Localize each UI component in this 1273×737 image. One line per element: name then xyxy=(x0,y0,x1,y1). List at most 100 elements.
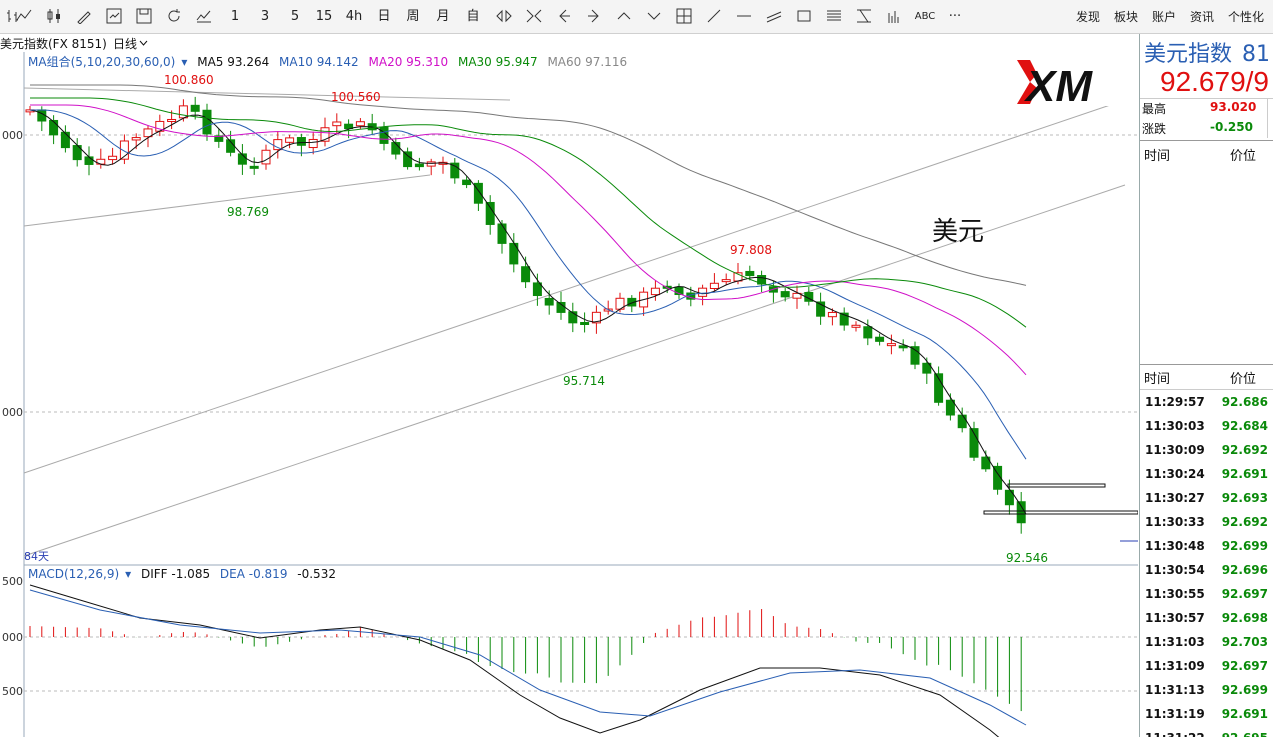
candle-body xyxy=(355,121,365,127)
rect-icon[interactable] xyxy=(796,8,812,26)
tick-price: 92.703 xyxy=(1221,635,1268,649)
period-5min[interactable]: 5 xyxy=(288,8,302,26)
tick-time: 11:30:24 xyxy=(1145,467,1205,481)
tick-time: 11:31:22 xyxy=(1145,731,1205,737)
candle-body xyxy=(414,163,424,168)
candle-body xyxy=(1016,501,1026,524)
period-3min[interactable]: 3 xyxy=(258,8,272,26)
indicator-icon[interactable] xyxy=(106,8,122,26)
period-month[interactable]: 月 xyxy=(435,8,451,26)
candle-body xyxy=(863,326,873,339)
arrow-down-icon[interactable] xyxy=(646,8,662,26)
quote-price: 92.679/9 xyxy=(1160,66,1269,97)
period-15min[interactable]: 15 xyxy=(314,8,334,26)
tick-row: 11:30:55 92.697 xyxy=(1140,582,1273,606)
chevron-down-icon xyxy=(139,40,148,46)
text-tool[interactable]: ABC xyxy=(914,8,936,26)
ma-legend: MA组合(5,10,20,30,60,0) ▾ MA5 93.264 MA10 9… xyxy=(28,53,633,70)
ma30-line xyxy=(30,97,1027,328)
menu-sector[interactable]: 板块 xyxy=(1114,8,1138,26)
candle-body xyxy=(568,311,578,324)
toolbar: 1 3 5 15 4h 日 周 月 自 ABC ··· 发现 板块 账户 资讯 … xyxy=(0,0,1273,34)
symbol-title: 美元指数(FX 8151) xyxy=(0,37,107,51)
line-chart-icon[interactable] xyxy=(16,8,32,26)
channel-icon[interactable] xyxy=(766,8,782,26)
period-label: 日线 xyxy=(113,37,138,51)
candle-body xyxy=(497,223,507,244)
hline-icon[interactable] xyxy=(736,8,752,26)
candle-body xyxy=(108,155,118,161)
candle-icon[interactable] xyxy=(46,8,62,26)
tick-price: 92.691 xyxy=(1221,467,1268,481)
menu-news[interactable]: 资讯 xyxy=(1190,8,1214,26)
quote-name: 美元指数 81 xyxy=(1144,36,1270,68)
macd-y-label: 500 xyxy=(2,575,23,588)
xm-logo: XM xyxy=(1016,58,1138,111)
tick-time: 11:31:03 xyxy=(1145,635,1205,649)
candle-body xyxy=(827,311,837,318)
tick-header-price: 价位 xyxy=(1230,372,1257,387)
price-box[interactable] xyxy=(1007,483,1106,488)
change-label: 涨跌 xyxy=(1142,122,1167,136)
period-week[interactable]: 周 xyxy=(405,8,421,26)
col-price: 价位 xyxy=(1230,149,1257,164)
tick-price: 92.695 xyxy=(1222,731,1268,737)
tick-price: 92.699 xyxy=(1221,539,1268,553)
candle-body xyxy=(131,137,141,141)
period-custom[interactable]: 自 xyxy=(465,8,481,26)
period-4h[interactable]: 4h xyxy=(343,8,365,26)
tick-time: 11:30:48 xyxy=(1145,539,1205,553)
grid-icon[interactable] xyxy=(676,8,692,26)
tick-price: 92.686 xyxy=(1221,395,1268,409)
kline-chart[interactable]: 000 000 500 000 500 100.860 100.560 98.7… xyxy=(0,52,1138,737)
arrow-right-icon[interactable] xyxy=(586,8,602,26)
candle-body xyxy=(957,414,967,429)
menu-discover[interactable]: 发现 xyxy=(1076,8,1100,26)
logo-text: XM xyxy=(1023,62,1093,111)
chevron-down-icon[interactable]: ▾ xyxy=(181,55,187,69)
low-annotation: 98.769 xyxy=(227,205,269,219)
bars-icon[interactable] xyxy=(886,8,902,26)
tick-row: 11:30:09 92.692 xyxy=(1140,438,1273,462)
candle-body xyxy=(285,137,295,143)
refresh-icon[interactable] xyxy=(166,8,182,26)
compare-icon[interactable] xyxy=(196,8,212,26)
candle-body xyxy=(745,270,755,277)
chevron-down-icon[interactable]: ▾ xyxy=(125,567,131,581)
fib-icon[interactable] xyxy=(826,8,842,26)
zoom-out-icon[interactable] xyxy=(526,8,542,26)
ma-group-label[interactable]: MA组合(5,10,20,30,60,0) xyxy=(28,55,175,69)
price-box[interactable] xyxy=(983,510,1138,515)
arrow-left-icon[interactable] xyxy=(556,8,572,26)
period-day[interactable]: 日 xyxy=(376,8,392,26)
save-icon[interactable] xyxy=(136,8,152,26)
ma20-label: MA20 95.310 xyxy=(368,55,449,69)
menu-account[interactable]: 账户 xyxy=(1152,8,1176,26)
tick-row: 11:30:54 92.696 xyxy=(1140,558,1273,582)
chart-titlebar: 美元指数(FX 8151) 日线 xyxy=(0,34,1138,52)
tick-row: 11:30:33 92.692 xyxy=(1140,510,1273,534)
candle-body xyxy=(84,156,94,165)
tick-header: 时间 价位 xyxy=(1140,364,1273,390)
ma10-line xyxy=(30,109,1027,460)
y-axis-label: 000 xyxy=(2,406,23,419)
more-tools[interactable]: ··· xyxy=(946,8,964,26)
high-annotation: 97.808 xyxy=(730,243,772,257)
high-value: 93.020 xyxy=(1210,100,1257,114)
draw-icon[interactable] xyxy=(76,8,92,26)
zoom-in-icon[interactable] xyxy=(496,8,512,26)
period-selector[interactable]: 日线 xyxy=(113,35,148,52)
menu-personalize[interactable]: 个性化 xyxy=(1228,8,1264,26)
trendline-icon[interactable] xyxy=(706,8,722,26)
ma20-line xyxy=(30,104,1027,376)
period-1min[interactable]: 1 xyxy=(228,8,242,26)
tick-time: 11:30:57 xyxy=(1145,611,1205,625)
tick-time: 11:31:19 xyxy=(1145,707,1205,721)
arrow-up-icon[interactable] xyxy=(616,8,632,26)
candle-body xyxy=(544,297,554,306)
ma60-label: MA60 97.116 xyxy=(547,55,628,69)
candle-body xyxy=(485,201,495,225)
gann-icon[interactable] xyxy=(856,8,872,26)
macd-label[interactable]: MACD(12,26,9) xyxy=(28,567,119,581)
ma30-label: MA30 95.947 xyxy=(457,55,538,69)
